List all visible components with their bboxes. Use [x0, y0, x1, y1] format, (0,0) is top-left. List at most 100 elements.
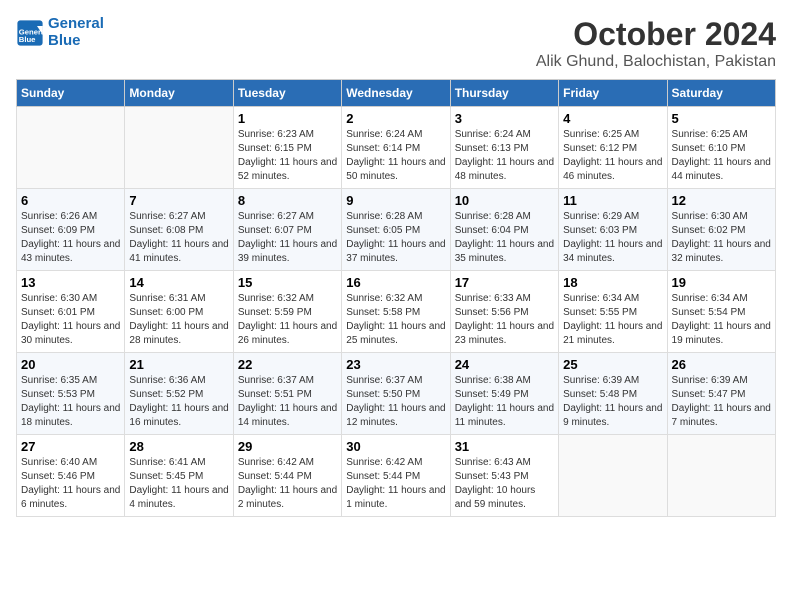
day-info: Sunrise: 6:39 AM Sunset: 5:48 PM Dayligh…: [563, 374, 662, 430]
day-info: Sunrise: 6:34 AM Sunset: 5:55 PM Dayligh…: [563, 292, 662, 348]
weekday-header: Thursday: [450, 80, 558, 107]
calendar-week-row: 27 Sunrise: 6:40 AM Sunset: 5:46 PM Dayli…: [17, 435, 776, 517]
day-number: 31: [455, 439, 554, 454]
day-number: 4: [563, 111, 662, 126]
day-info: Sunrise: 6:24 AM Sunset: 6:14 PM Dayligh…: [346, 128, 445, 184]
day-info: Sunrise: 6:40 AM Sunset: 5:46 PM Dayligh…: [21, 456, 120, 512]
calendar-cell: 25 Sunrise: 6:39 AM Sunset: 5:48 PM Dayli…: [559, 353, 667, 435]
day-info: Sunrise: 6:36 AM Sunset: 5:52 PM Dayligh…: [129, 374, 228, 430]
day-info: Sunrise: 6:32 AM Sunset: 5:59 PM Dayligh…: [238, 292, 337, 348]
calendar-cell: 1 Sunrise: 6:23 AM Sunset: 6:15 PM Daylig…: [233, 107, 341, 189]
day-info: Sunrise: 6:28 AM Sunset: 6:05 PM Dayligh…: [346, 210, 445, 266]
day-info: Sunrise: 6:41 AM Sunset: 5:45 PM Dayligh…: [129, 456, 228, 512]
calendar-cell: 27 Sunrise: 6:40 AM Sunset: 5:46 PM Dayli…: [17, 435, 125, 517]
day-info: Sunrise: 6:37 AM Sunset: 5:50 PM Dayligh…: [346, 374, 445, 430]
logo-text2: Blue: [48, 33, 104, 50]
calendar-cell: 16 Sunrise: 6:32 AM Sunset: 5:58 PM Dayli…: [342, 271, 450, 353]
calendar-cell: [559, 435, 667, 517]
day-info: Sunrise: 6:34 AM Sunset: 5:54 PM Dayligh…: [672, 292, 771, 348]
day-info: Sunrise: 6:32 AM Sunset: 5:58 PM Dayligh…: [346, 292, 445, 348]
day-number: 28: [129, 439, 228, 454]
day-number: 3: [455, 111, 554, 126]
day-number: 17: [455, 275, 554, 290]
day-info: Sunrise: 6:23 AM Sunset: 6:15 PM Dayligh…: [238, 128, 337, 184]
day-info: Sunrise: 6:35 AM Sunset: 5:53 PM Dayligh…: [21, 374, 120, 430]
calendar-cell: 10 Sunrise: 6:28 AM Sunset: 6:04 PM Dayli…: [450, 189, 558, 271]
month-title: October 2024: [536, 16, 776, 53]
calendar-cell: 22 Sunrise: 6:37 AM Sunset: 5:51 PM Dayli…: [233, 353, 341, 435]
calendar-cell: 5 Sunrise: 6:25 AM Sunset: 6:10 PM Daylig…: [667, 107, 775, 189]
calendar-cell: 28 Sunrise: 6:41 AM Sunset: 5:45 PM Dayli…: [125, 435, 233, 517]
calendar-week-row: 1 Sunrise: 6:23 AM Sunset: 6:15 PM Daylig…: [17, 107, 776, 189]
calendar-cell: 7 Sunrise: 6:27 AM Sunset: 6:08 PM Daylig…: [125, 189, 233, 271]
weekday-header: Saturday: [667, 80, 775, 107]
calendar-cell: 20 Sunrise: 6:35 AM Sunset: 5:53 PM Dayli…: [17, 353, 125, 435]
calendar-cell: 2 Sunrise: 6:24 AM Sunset: 6:14 PM Daylig…: [342, 107, 450, 189]
day-info: Sunrise: 6:28 AM Sunset: 6:04 PM Dayligh…: [455, 210, 554, 266]
day-info: Sunrise: 6:26 AM Sunset: 6:09 PM Dayligh…: [21, 210, 120, 266]
weekday-header: Monday: [125, 80, 233, 107]
day-number: 1: [238, 111, 337, 126]
day-number: 23: [346, 357, 445, 372]
weekday-header: Sunday: [17, 80, 125, 107]
day-info: Sunrise: 6:37 AM Sunset: 5:51 PM Dayligh…: [238, 374, 337, 430]
day-info: Sunrise: 6:31 AM Sunset: 6:00 PM Dayligh…: [129, 292, 228, 348]
day-number: 5: [672, 111, 771, 126]
day-info: Sunrise: 6:25 AM Sunset: 6:12 PM Dayligh…: [563, 128, 662, 184]
day-number: 29: [238, 439, 337, 454]
calendar-cell: [125, 107, 233, 189]
day-number: 20: [21, 357, 120, 372]
calendar-week-row: 13Sunrise: 6:30 AM Sunset: 6:01 PM Dayli…: [17, 271, 776, 353]
calendar-cell: 3Sunrise: 6:24 AM Sunset: 6:13 PM Daylig…: [450, 107, 558, 189]
day-number: 22: [238, 357, 337, 372]
day-info: Sunrise: 6:38 AM Sunset: 5:49 PM Dayligh…: [455, 374, 554, 430]
calendar-cell: 6Sunrise: 6:26 AM Sunset: 6:09 PM Daylig…: [17, 189, 125, 271]
calendar-cell: 26Sunrise: 6:39 AM Sunset: 5:47 PM Dayli…: [667, 353, 775, 435]
title-block: October 2024 Alik Ghund, Balochistan, Pa…: [536, 16, 776, 71]
day-info: Sunrise: 6:33 AM Sunset: 5:56 PM Dayligh…: [455, 292, 554, 348]
calendar-body: 1 Sunrise: 6:23 AM Sunset: 6:15 PM Daylig…: [17, 107, 776, 517]
day-info: Sunrise: 6:30 AM Sunset: 6:01 PM Dayligh…: [21, 292, 120, 348]
day-info: Sunrise: 6:25 AM Sunset: 6:10 PM Dayligh…: [672, 128, 771, 184]
calendar-cell: 21Sunrise: 6:36 AM Sunset: 5:52 PM Dayli…: [125, 353, 233, 435]
calendar-cell: [667, 435, 775, 517]
logo: General Blue General Blue: [16, 16, 104, 49]
weekday-row: SundayMondayTuesdayWednesdayThursdayFrid…: [17, 80, 776, 107]
calendar-cell: 24Sunrise: 6:38 AM Sunset: 5:49 PM Dayli…: [450, 353, 558, 435]
calendar-cell: [17, 107, 125, 189]
day-number: 10: [455, 193, 554, 208]
day-number: 9: [346, 193, 445, 208]
calendar-week-row: 6Sunrise: 6:26 AM Sunset: 6:09 PM Daylig…: [17, 189, 776, 271]
day-number: 11: [563, 193, 662, 208]
day-number: 15: [238, 275, 337, 290]
logo-text: General: [48, 16, 104, 33]
day-number: 8: [238, 193, 337, 208]
calendar-cell: 8 Sunrise: 6:27 AM Sunset: 6:07 PM Daylig…: [233, 189, 341, 271]
weekday-header: Tuesday: [233, 80, 341, 107]
day-info: Sunrise: 6:29 AM Sunset: 6:03 PM Dayligh…: [563, 210, 662, 266]
calendar-cell: 30Sunrise: 6:42 AM Sunset: 5:44 PM Dayli…: [342, 435, 450, 517]
calendar-cell: 15 Sunrise: 6:32 AM Sunset: 5:59 PM Dayli…: [233, 271, 341, 353]
calendar-cell: 23 Sunrise: 6:37 AM Sunset: 5:50 PM Dayli…: [342, 353, 450, 435]
calendar-cell: 14 Sunrise: 6:31 AM Sunset: 6:00 PM Dayli…: [125, 271, 233, 353]
day-info: Sunrise: 6:27 AM Sunset: 6:07 PM Dayligh…: [238, 210, 337, 266]
day-number: 26: [672, 357, 771, 372]
day-number: 2: [346, 111, 445, 126]
day-number: 7: [129, 193, 228, 208]
day-number: 25: [563, 357, 662, 372]
day-number: 12: [672, 193, 771, 208]
calendar-cell: 18 Sunrise: 6:34 AM Sunset: 5:55 PM Dayli…: [559, 271, 667, 353]
calendar-cell: 19Sunrise: 6:34 AM Sunset: 5:54 PM Dayli…: [667, 271, 775, 353]
day-number: 14: [129, 275, 228, 290]
day-number: 18: [563, 275, 662, 290]
day-info: Sunrise: 6:27 AM Sunset: 6:08 PM Dayligh…: [129, 210, 228, 266]
calendar-cell: 12Sunrise: 6:30 AM Sunset: 6:02 PM Dayli…: [667, 189, 775, 271]
calendar-cell: 9 Sunrise: 6:28 AM Sunset: 6:05 PM Daylig…: [342, 189, 450, 271]
logo-icon: General Blue: [16, 19, 44, 47]
day-number: 27: [21, 439, 120, 454]
calendar-table: SundayMondayTuesdayWednesdayThursdayFrid…: [16, 79, 776, 517]
day-number: 16: [346, 275, 445, 290]
weekday-header: Friday: [559, 80, 667, 107]
page-header: General Blue General Blue October 2024 A…: [16, 16, 776, 71]
calendar-week-row: 20 Sunrise: 6:35 AM Sunset: 5:53 PM Dayli…: [17, 353, 776, 435]
